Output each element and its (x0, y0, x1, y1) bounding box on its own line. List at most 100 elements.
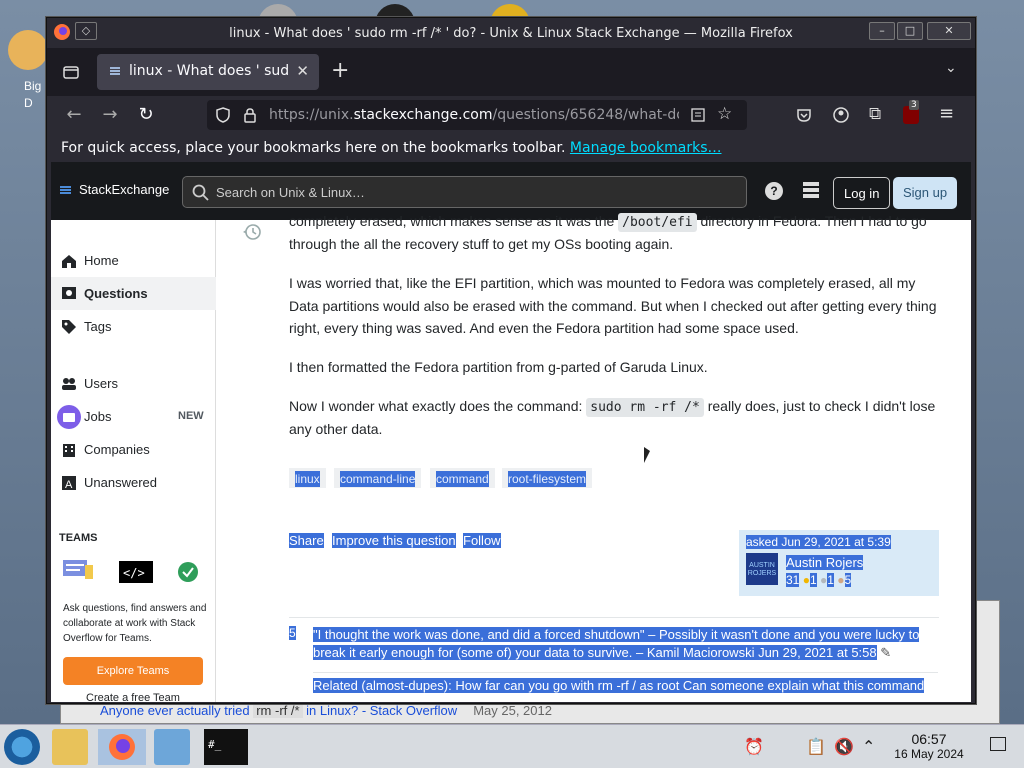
question-main: completely erased, which makes sense as … (216, 213, 971, 702)
url-text: https://unix.stackexchange.com/questions… (269, 107, 679, 123)
teams-description: Ask questions, find answers and collabor… (63, 603, 207, 644)
stackexchange-logo-icon[interactable] (59, 184, 73, 198)
desktop-folder-icon[interactable] (8, 30, 48, 70)
page-viewport: StackExchange Search on Unix & Linux… ? … (51, 162, 971, 702)
share-link[interactable]: Share (289, 533, 324, 548)
firefox-taskbar-icon[interactable] (98, 729, 146, 765)
questions-icon (62, 287, 76, 299)
sidebar-item-jobs[interactable]: Jobs NEW (51, 400, 216, 433)
unanswered-icon: A (62, 476, 76, 491)
teams-code-icon: </> (119, 561, 153, 583)
tag-command-line[interactable]: command-line (334, 468, 422, 488)
sidebar-item-questions[interactable]: Questions (51, 277, 216, 310)
tag-linux[interactable]: linux (289, 468, 326, 488)
follow-link[interactable]: Follow (463, 533, 501, 548)
comment: Related (almost-dupes): How far can you … (313, 672, 938, 695)
sidebar-item-companies[interactable]: Companies (51, 433, 216, 466)
extension-badge: 3 (909, 100, 919, 110)
create-team-link[interactable]: Create a free Team (86, 692, 180, 702)
svg-text:</>: </> (123, 566, 145, 580)
close-tab-icon[interactable]: ✕ (296, 62, 309, 80)
manage-bookmarks-link[interactable]: Manage bookmarks… (570, 140, 722, 156)
site-switcher-icon[interactable] (803, 182, 819, 198)
show-desktop-icon[interactable] (990, 737, 1006, 751)
pocket-icon[interactable] (796, 107, 812, 123)
clock[interactable]: 06:57 16 May 2024 (886, 731, 972, 761)
lock-icon[interactable] (243, 107, 257, 123)
account-icon[interactable] (833, 107, 849, 123)
menu-hamburger-icon[interactable]: ≡ (939, 103, 954, 124)
post-paragraph: I was worried that, like the EFI partiti… (289, 275, 937, 336)
extensions-puzzle-icon[interactable]: ⧉ (869, 104, 881, 124)
jobs-icon (57, 405, 81, 429)
tray-expand-chevron-icon[interactable]: ⌃ (862, 737, 875, 756)
start-menu-icon[interactable] (4, 729, 40, 765)
sidebar-item-home[interactable]: Home (51, 244, 216, 277)
log-in-button[interactable]: Log in (833, 177, 891, 209)
desktop-icon-label: Big D (24, 79, 42, 110)
tab-overview-icon[interactable] (63, 64, 79, 80)
title-bar[interactable]: ◇ linux - What does ' sudo rm -rf /* ' d… (47, 18, 975, 48)
left-sidebar: Home Questions Tags Users Jobs NEW Compa… (51, 220, 216, 702)
asked-date: asked Jun 29, 2021 at 5:39 (746, 535, 891, 549)
gold-badge-icon: ● (802, 573, 810, 587)
inline-code: sudo rm -rf /* (586, 398, 704, 417)
clipboard-icon[interactable]: 📋 (806, 737, 826, 756)
sign-up-button[interactable]: Sign up (893, 177, 958, 209)
list-tabs-chevron-icon[interactable]: ⌄ (945, 60, 957, 76)
teams-heading: TEAMS (59, 532, 98, 544)
taskbar: #_ ⏰ 📋 🔇 ⌃ 06:57 16 May 2024 (0, 724, 1024, 768)
reload-icon[interactable]: ↻ (135, 104, 157, 126)
help-icon[interactable]: ? (765, 182, 783, 200)
notification-alarm-icon[interactable]: ⏰ (744, 737, 764, 756)
post-paragraph: completely erased, which makes sense as … (289, 213, 927, 252)
tab-label: linux - What does ' sudo rm (129, 63, 289, 79)
bookmarks-hint: For quick access, place your bookmarks h… (61, 140, 566, 156)
teams-check-icon (178, 562, 198, 582)
comments-list: 5 "I thought the work was done, and did … (289, 617, 939, 693)
companies-icon (63, 444, 75, 457)
teams-chat-icon (63, 560, 93, 579)
system-settings-icon[interactable] (154, 729, 190, 765)
users-icon (62, 378, 76, 390)
tag-command[interactable]: command (430, 468, 495, 488)
reader-view-icon[interactable] (691, 108, 705, 122)
history-icon[interactable] (242, 222, 262, 242)
bookmarks-toolbar: For quick access, place your bookmarks h… (47, 134, 975, 162)
volume-muted-icon[interactable]: 🔇 (834, 737, 854, 756)
forward-arrow-icon[interactable]: → (99, 104, 121, 126)
file-manager-icon[interactable] (52, 729, 88, 765)
new-badge: NEW (178, 410, 204, 422)
shield-icon[interactable] (215, 107, 231, 123)
explore-teams-button[interactable]: Explore Teams (63, 657, 203, 685)
back-arrow-icon[interactable]: ← (63, 104, 85, 126)
bronze-badge-icon: ● (837, 573, 845, 587)
improve-question-link[interactable]: Improve this question (332, 533, 456, 548)
tab-bar: linux - What does ' sudo rm ✕ + ⌄ (47, 48, 975, 96)
user-avatar[interactable]: AUSTIN ROJERS (746, 553, 778, 585)
terminal-icon[interactable]: #_ (204, 729, 248, 765)
search-input[interactable]: Search on Unix & Linux… (182, 176, 747, 208)
window-title: linux - What does ' sudo rm -rf /* ' do?… (229, 26, 793, 41)
firefox-window: ◇ linux - What does ' sudo rm -rf /* ' d… (46, 17, 976, 704)
minimize-button[interactable]: – (869, 22, 895, 40)
background-window-link[interactable]: Anyone ever actually tried rm -rf /* in … (100, 703, 552, 718)
home-icon (62, 255, 76, 268)
tab-active[interactable]: linux - What does ' sudo rm ✕ (97, 54, 319, 90)
stackexchange-logo[interactable]: StackExchange (79, 182, 169, 197)
search-placeholder: Search on Unix & Linux… (216, 185, 365, 200)
user-name-link[interactable]: Austin Rojers (786, 555, 864, 570)
new-tab-button[interactable]: + (331, 58, 349, 83)
tag-root-filesystem[interactable]: root-filesystem (502, 468, 593, 488)
mouse-cursor-icon (644, 447, 650, 463)
sidebar-item-tags[interactable]: Tags (51, 310, 216, 343)
sidebar-item-unanswered[interactable]: A Unanswered (51, 466, 216, 499)
edit-pencil-icon: ✎ (880, 645, 892, 660)
sidebar-item-users[interactable]: Users (51, 367, 216, 400)
close-button[interactable]: ✕ (927, 22, 971, 40)
bookmark-star-icon[interactable]: ☆ (717, 104, 732, 124)
tag-icon (62, 320, 76, 334)
post-paragraph: I then formatted the Fedora partition fr… (289, 359, 708, 375)
maximize-button[interactable]: □ (897, 22, 923, 40)
url-bar[interactable]: https://unix.stackexchange.com/questions… (207, 100, 747, 130)
